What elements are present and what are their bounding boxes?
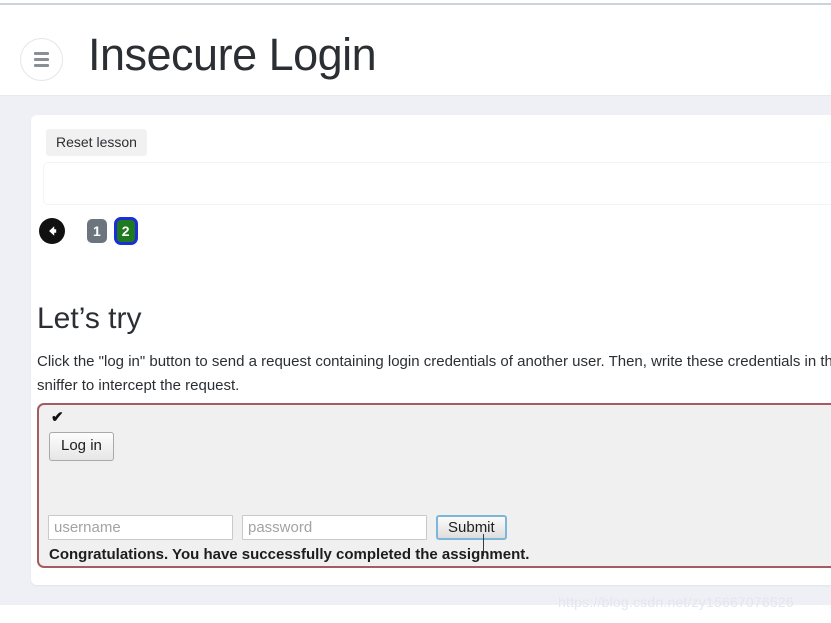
hamburger-bar — [34, 52, 49, 55]
lesson-heading: Let’s try — [37, 302, 142, 335]
pager-page-2[interactable]: 2 — [113, 217, 138, 245]
check-mark-icon: ✔ — [51, 409, 64, 426]
site-header: Insecure Login — [0, 5, 831, 96]
submit-button[interactable]: Submit — [436, 515, 507, 540]
page-title: Insecure Login — [88, 29, 377, 80]
assignment-panel: ✔ Log in Submit Congratulations. You hav… — [37, 403, 831, 568]
lesson-card: Reset lesson 1 2 Let’s try Click the "lo… — [31, 115, 831, 585]
pager-page-1[interactable]: 1 — [87, 219, 107, 243]
reset-lesson-button[interactable]: Reset lesson — [46, 129, 147, 156]
watermark: https://blog.csdn.net/zy15667076526 — [558, 594, 794, 610]
hamburger-bar — [34, 64, 49, 67]
arrow-left-circle-icon[interactable] — [39, 218, 65, 244]
lesson-description: Click the "log in" button to send a requ… — [37, 353, 831, 394]
assignment-result-message: Congratulations. You have successfully c… — [49, 546, 530, 563]
credentials-row: Submit — [48, 515, 507, 540]
lesson-pager: 1 2 — [39, 217, 145, 245]
password-input[interactable] — [242, 515, 427, 540]
hamburger-bar — [34, 58, 49, 61]
hamburger-icon[interactable] — [20, 38, 63, 81]
hint-panel — [43, 162, 831, 205]
log-in-button[interactable]: Log in — [49, 432, 114, 461]
username-input[interactable] — [48, 515, 233, 540]
